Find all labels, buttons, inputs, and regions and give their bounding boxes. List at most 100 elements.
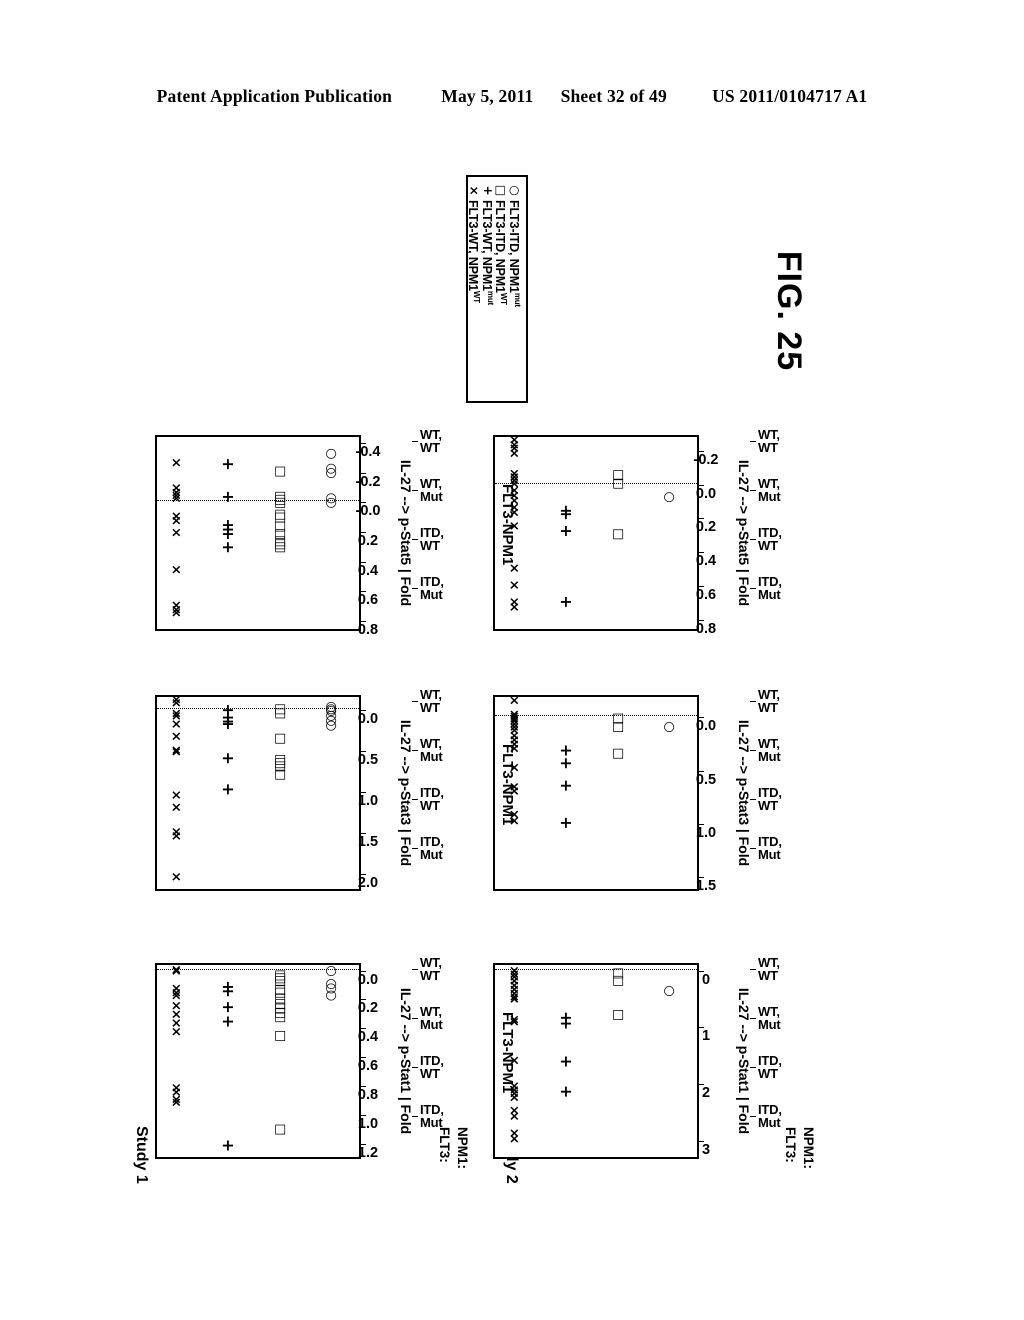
category-label-line2: Mut xyxy=(758,488,781,504)
category-tick xyxy=(750,1066,756,1068)
header-patent-number: US 2011/0104717 A1 xyxy=(712,86,868,106)
legend-item-label: FLT3-WT, NPM1mut xyxy=(479,200,495,305)
category-tick xyxy=(750,847,756,849)
category-label: ITD, Mut xyxy=(758,575,782,601)
category-axis: ITD, Mut ITD, WT WT, Mut WT, WT xyxy=(508,928,784,1186)
panel-title: FLT3-NPM1 xyxy=(499,1012,516,1094)
category-label-line2: WT xyxy=(758,1065,778,1081)
category-tick xyxy=(750,587,756,589)
category-tick xyxy=(412,968,418,970)
category-label: ITD, WT xyxy=(758,786,782,812)
category-label: ITD, WT xyxy=(420,526,444,552)
panel-title: FLT3-NPM1 xyxy=(499,484,516,566)
category-label-line2: WT xyxy=(420,797,440,813)
category-tick xyxy=(412,1017,418,1019)
page-header: Patent Application Publication May 5, 20… xyxy=(0,86,1024,107)
category-tick xyxy=(750,1115,756,1117)
category-tick xyxy=(412,847,418,849)
category-label-line2: WT xyxy=(758,967,778,983)
cross-marker-icon: × xyxy=(467,185,482,196)
category-label: WT, WT xyxy=(758,688,780,714)
category-tick xyxy=(750,538,756,540)
category-label: WT, Mut xyxy=(758,737,781,763)
category-tick xyxy=(412,749,418,751)
category-axis: ITD, Mut ITD, WT WT, Mut WT, WT xyxy=(170,400,446,658)
category-label-line2: WT xyxy=(758,537,778,553)
category-label: ITD, Mut xyxy=(758,835,782,861)
category-axis: ITD, Mut ITD, WT WT, Mut WT, WT xyxy=(508,660,784,918)
category-label-line2: Mut xyxy=(420,846,443,862)
category-label: WT, Mut xyxy=(758,1005,781,1031)
category-label-line2: WT xyxy=(420,699,440,715)
category-label: WT, Mut xyxy=(420,1005,443,1031)
category-tick xyxy=(412,489,418,491)
category-label-line2: WT xyxy=(420,439,440,455)
category-label-line2: WT xyxy=(420,967,440,983)
legend-item: + FLT3-WT, NPM1mut xyxy=(479,184,495,394)
category-label-line2: WT xyxy=(758,797,778,813)
chart-panel-study1-pstat1: ○ ○ ○ ○ □ □ □ □ □ □ □ □ □ □ □ □ + + + + + × × × × × × × × × × × × × 0.0 0.2… xyxy=(155,928,446,1186)
category-label-line2: WT xyxy=(758,699,778,715)
category-label-line2: WT xyxy=(420,1065,440,1081)
square-marker-icon: □ xyxy=(494,184,509,197)
category-label-line2: Mut xyxy=(758,846,781,862)
legend-item: ○ FLT3-ITD, NPM1mut xyxy=(506,184,522,394)
category-label-line2: Mut xyxy=(420,1016,443,1032)
category-axis: ITD, Mut ITD, WT WT, Mut WT, WT xyxy=(170,660,446,918)
npm1-row-key: NPM1: xyxy=(455,1127,470,1169)
category-label: WT, WT xyxy=(420,688,442,714)
legend-item-label: FLT3-ITD, NPM1WT xyxy=(493,200,509,305)
category-tick xyxy=(412,1066,418,1068)
panel-title: FLT3-NPM1 xyxy=(499,744,516,826)
legend-item-label: FLT3-ITD, NPM1mut xyxy=(506,200,522,307)
flt3-row-key-label: FLT3: xyxy=(783,1127,798,1163)
category-tick xyxy=(412,1115,418,1117)
npm1-row-key-label: NPM1: xyxy=(455,1127,470,1170)
chart-panel-study2-pstat5: ○ □ □ □ + + + + × × × × × × × × × × × × × × × × × × -0.2 0.0 0.2 0.4 0… xyxy=(493,400,784,658)
category-label-line2: Mut xyxy=(758,586,781,602)
npm1-row-key: NPM1: xyxy=(801,1127,816,1169)
category-label-line2: Mut xyxy=(758,1016,781,1032)
header-sheet: Sheet 32 of 49 xyxy=(560,86,667,106)
category-label-line2: Mut xyxy=(420,488,443,504)
category-label: ITD, WT xyxy=(758,1054,782,1080)
category-axis: ITD, Mut ITD, WT WT, Mut WT, WT xyxy=(170,928,446,1186)
category-label: ITD, Mut xyxy=(420,1103,444,1129)
npm1-row-key-label: NPM1: xyxy=(801,1127,816,1170)
category-tick xyxy=(750,700,756,702)
chart-panel-study1-pstat3: ○ ○ ○ ○ ○ ○ □ □ □ □ □ □ □ + + + + + + × × × × × × × × × × × × × 0.0 0.5 1.… xyxy=(155,660,446,918)
category-label: ITD, WT xyxy=(420,1054,444,1080)
category-label: WT, Mut xyxy=(758,477,781,503)
chart-panel-study1-pstat5: ○ ○ ○ ○ ○ □ □ □ □ □ □ □ □ □ □ □ + + + + + + × × × × × × × × × × × × -0.4 -0… xyxy=(155,400,446,658)
header-publication: Patent Application Publication xyxy=(156,86,393,106)
legend-item-label: FLT3-WT, NPM1WT xyxy=(466,200,482,303)
category-label: WT, Mut xyxy=(420,737,443,763)
category-tick xyxy=(750,489,756,491)
category-label: WT, WT xyxy=(420,428,442,454)
category-label-line2: WT xyxy=(758,439,778,455)
category-label: ITD, WT xyxy=(758,526,782,552)
chart-panel-study2-pstat1: ○ □ □ □ + + + + × × × × × × × × × × × × × × × × × × × × 0 1 2 3 IL-27 --… xyxy=(493,928,784,1186)
category-tick xyxy=(750,968,756,970)
legend-item: × FLT3-WT, NPM1WT xyxy=(466,184,482,394)
category-label-line2: Mut xyxy=(758,1114,781,1130)
category-label-line2: Mut xyxy=(420,586,443,602)
category-tick xyxy=(750,798,756,800)
circle-marker-icon: ○ xyxy=(508,185,522,196)
category-label: ITD, Mut xyxy=(420,575,444,601)
category-tick xyxy=(412,587,418,589)
category-label: ITD, WT xyxy=(420,786,444,812)
category-label-line2: Mut xyxy=(420,748,443,764)
category-label: ITD, Mut xyxy=(420,835,444,861)
category-tick xyxy=(412,440,418,442)
category-tick xyxy=(412,700,418,702)
header-date: May 5, 2011 xyxy=(441,86,534,106)
study1-label: Study 1 xyxy=(133,1126,150,1184)
category-label-line2: Mut xyxy=(758,748,781,764)
category-label: ITD, Mut xyxy=(758,1103,782,1129)
category-tick xyxy=(750,440,756,442)
category-tick xyxy=(750,1017,756,1019)
figure-label: FIG. 25 xyxy=(770,250,809,372)
category-tick xyxy=(412,798,418,800)
flt3-row-key: FLT3: xyxy=(783,1127,798,1163)
